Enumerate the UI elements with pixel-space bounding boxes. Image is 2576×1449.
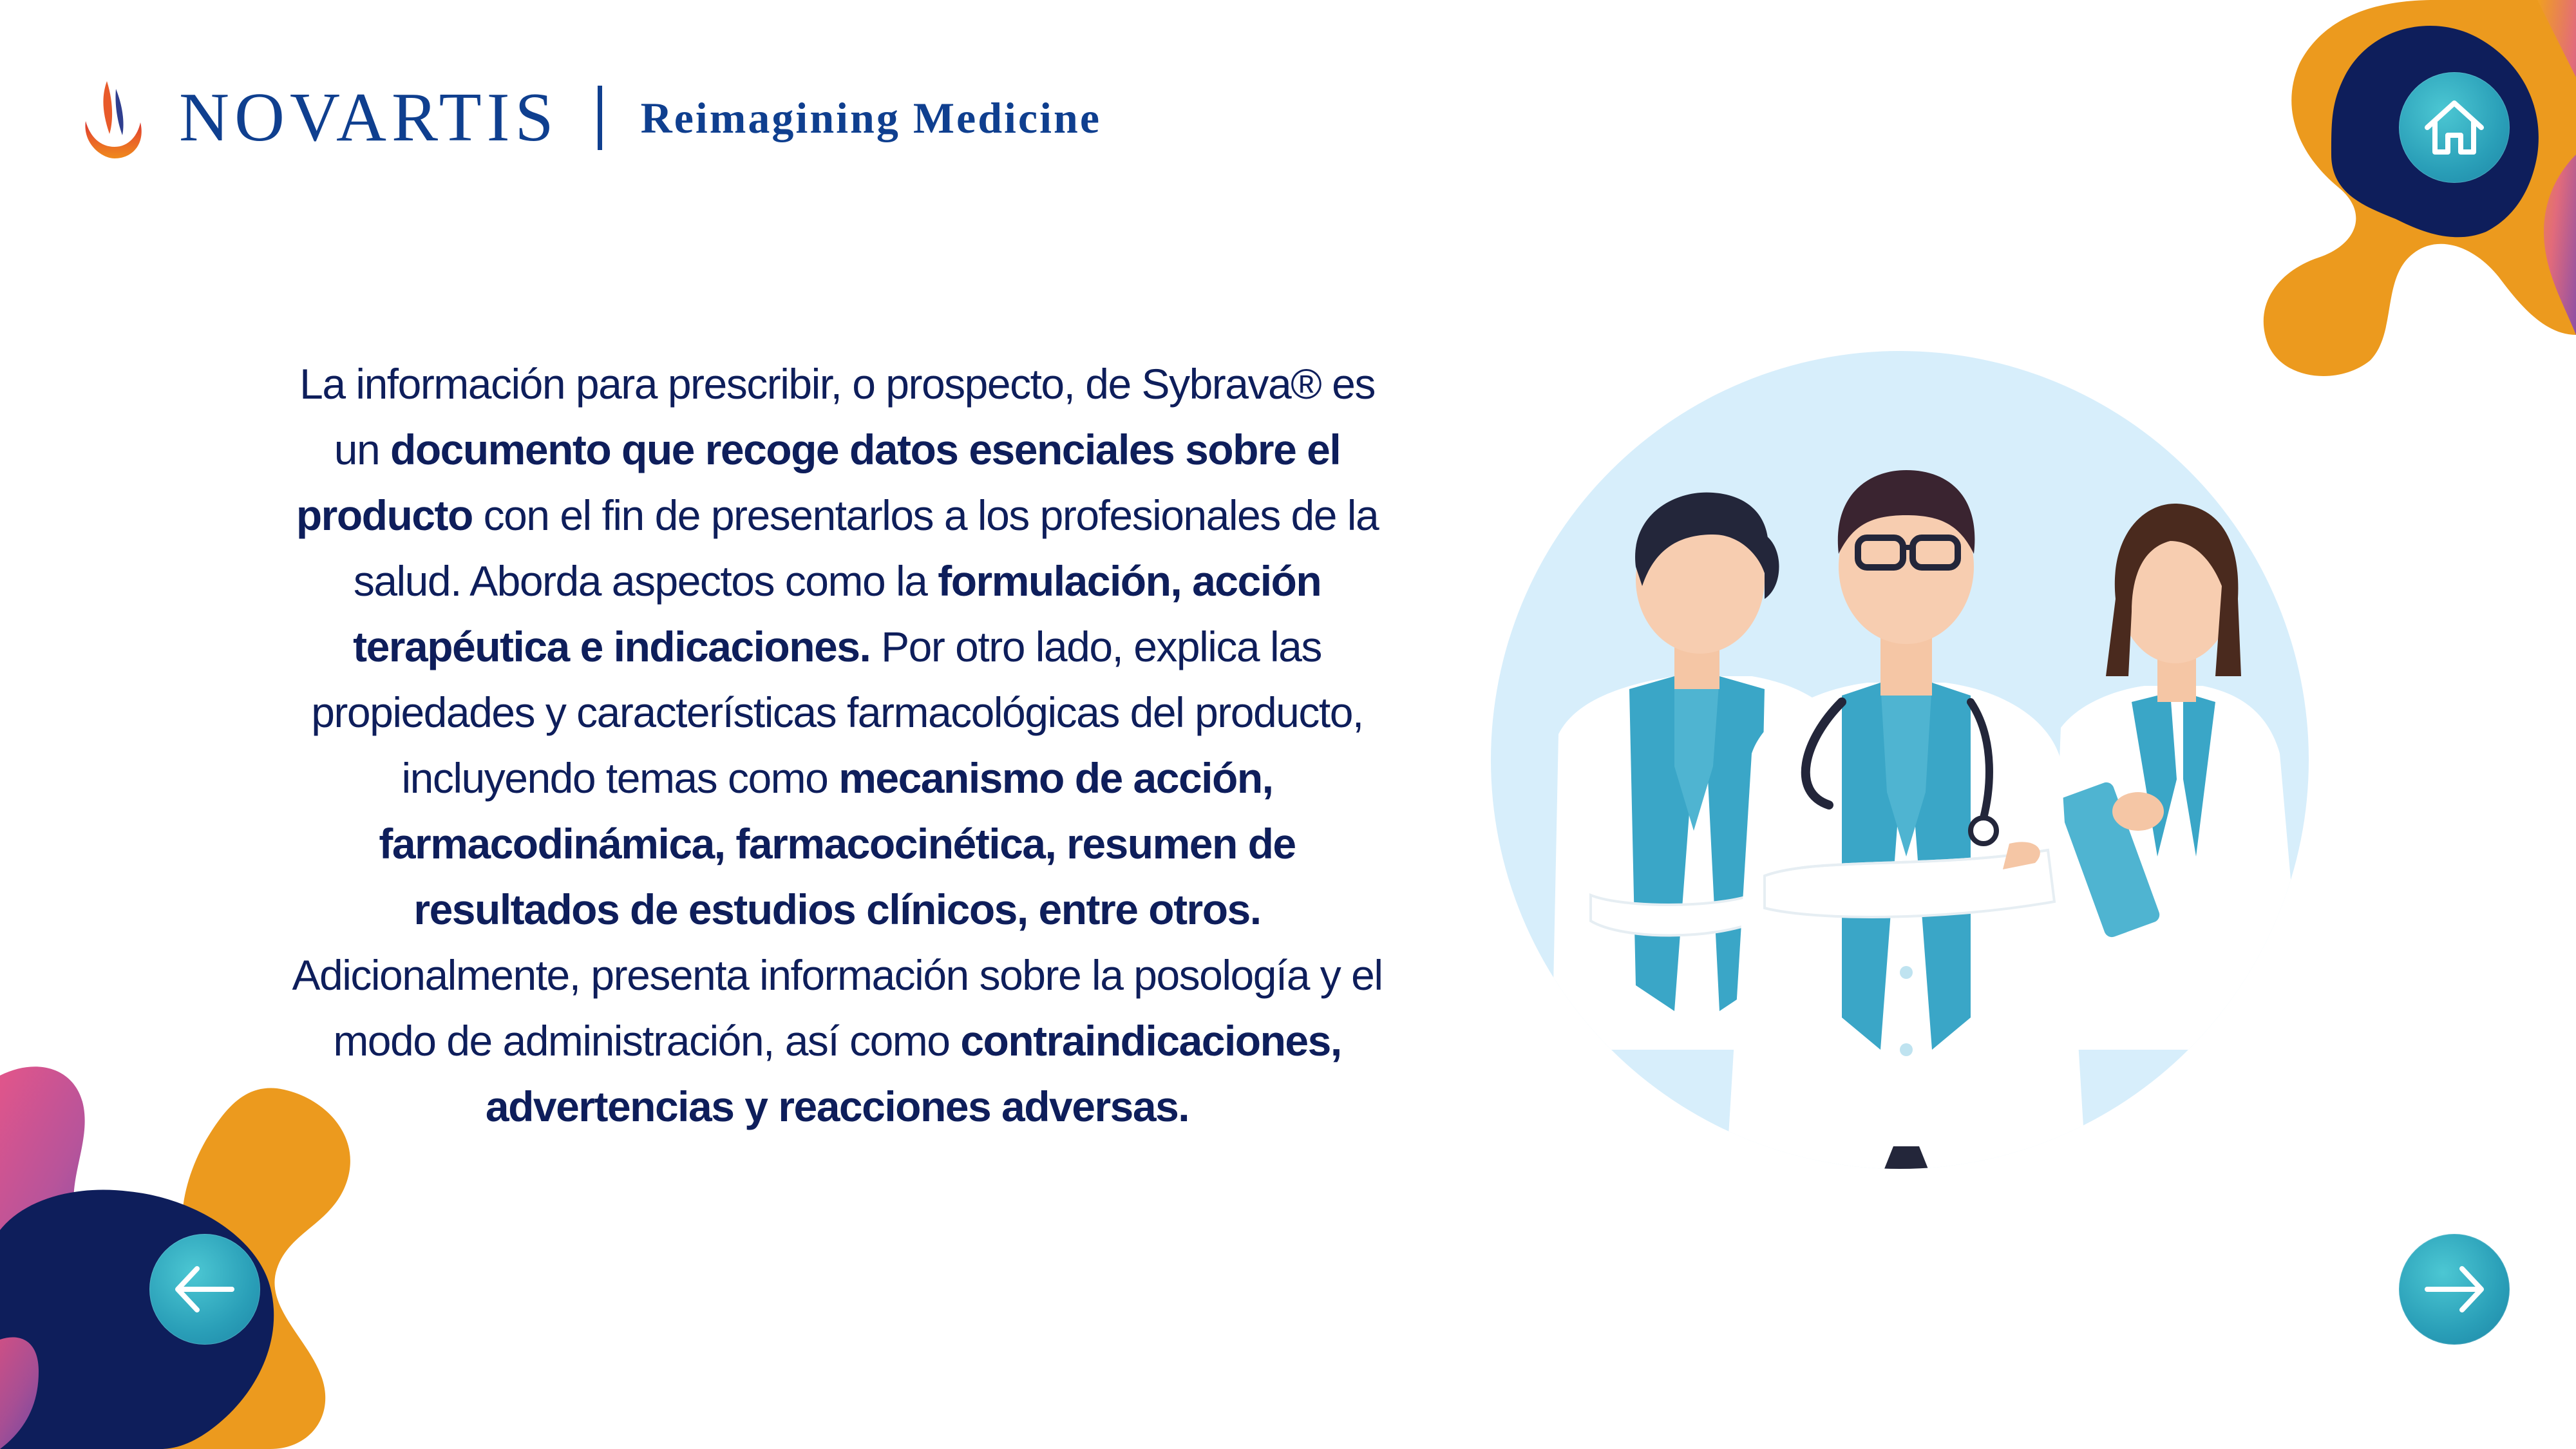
arrow-left-icon <box>175 1266 234 1312</box>
home-icon <box>2425 100 2484 155</box>
brand-name: NOVARTIS <box>179 79 559 156</box>
brand-tagline: Reimagining Medicine <box>640 93 1102 142</box>
decorative-blob-top-right <box>2263 0 2576 376</box>
previous-page-button[interactable] <box>149 1234 260 1345</box>
prescribing-info-paragraph: La información para prescribir, o prospe… <box>277 351 1397 1139</box>
brand-header: NOVARTIS Reimagining Medicine <box>76 70 1101 166</box>
arrow-right-icon <box>2425 1266 2484 1312</box>
doctors-illustration <box>1491 351 2309 1169</box>
home-button[interactable] <box>2399 72 2510 183</box>
next-page-button[interactable] <box>2399 1234 2510 1345</box>
brand-divider <box>597 86 602 150</box>
novartis-flame-logo <box>85 81 142 158</box>
